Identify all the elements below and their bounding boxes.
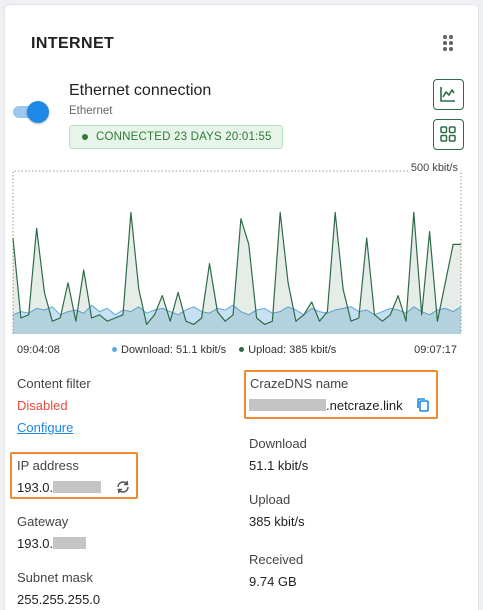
crazedns-label: CrazeDNS name [250, 376, 349, 391]
redacted-block [53, 481, 102, 493]
gateway-label: Gateway [17, 514, 69, 529]
ip-address-value: 193.0. [17, 480, 102, 495]
connection-type: Ethernet [69, 105, 113, 117]
download-dot-icon [112, 346, 117, 352]
upload-label: Upload [249, 492, 291, 507]
legend-download: Download: 51.1 kbit/s [112, 344, 226, 356]
chart-x-end: 09:07:17 [414, 344, 457, 356]
line-chart-icon [440, 87, 455, 102]
subnet-mask-value: 255.255.255.0 [17, 592, 101, 607]
download-value: 51.1 kbit/s [249, 458, 309, 473]
crazedns-value: .netcraze.link [249, 398, 403, 413]
apps-button[interactable] [433, 119, 464, 150]
redacted-block [249, 399, 326, 411]
ip-address-text: 193.0. [17, 480, 54, 495]
redacted-block [53, 537, 87, 549]
connection-toggle[interactable] [13, 101, 49, 123]
legend-download-text: Download: 51.1 kbit/s [121, 344, 227, 356]
gateway-value: 193.0. [17, 536, 87, 551]
chart-legend: Download: 51.1 kbit/s Upload: 385 kbit/s [112, 344, 346, 356]
copy-icon[interactable] [415, 397, 431, 413]
card-title: INTERNET [31, 35, 115, 52]
status-badge: CONNECTED 23 DAYS 20:01:55 [69, 125, 283, 149]
received-label: Received [249, 552, 304, 567]
refresh-icon[interactable] [115, 479, 131, 495]
traffic-chart-svg [12, 170, 462, 334]
gateway-text: 193.0. [17, 536, 54, 551]
content-filter-value: Disabled [17, 398, 68, 413]
traffic-chart: 500 kbit/s [12, 162, 462, 340]
chart-x-start: 09:04:08 [17, 344, 60, 356]
download-label: Download [249, 436, 307, 451]
status-dot-icon [82, 134, 88, 140]
configure-link[interactable]: Configure [17, 420, 73, 435]
received-value: 9.74 GB [249, 574, 297, 589]
toggle-knob [27, 101, 49, 123]
subnet-mask-label: Subnet mask [17, 570, 93, 585]
connection-name: Ethernet connection [69, 82, 212, 99]
statistics-button[interactable] [433, 79, 464, 110]
drag-handle-icon[interactable] [443, 35, 455, 51]
ip-address-label: IP address [17, 458, 79, 473]
legend-upload: Upload: 385 kbit/s [239, 344, 336, 356]
grid-icon [440, 126, 456, 142]
upload-dot-icon [239, 346, 245, 352]
content-filter-label: Content filter [17, 376, 91, 391]
legend-upload-text: Upload: 385 kbit/s [248, 344, 337, 356]
status-text: CONNECTED 23 DAYS 20:01:55 [96, 131, 272, 143]
crazedns-text: .netcraze.link [326, 398, 403, 413]
chart-y-max-label: 500 kbit/s [408, 162, 460, 174]
upload-value: 385 kbit/s [249, 514, 305, 529]
chart-footer: 09:04:08 Download: 51.1 kbit/s Upload: 3… [12, 344, 462, 358]
